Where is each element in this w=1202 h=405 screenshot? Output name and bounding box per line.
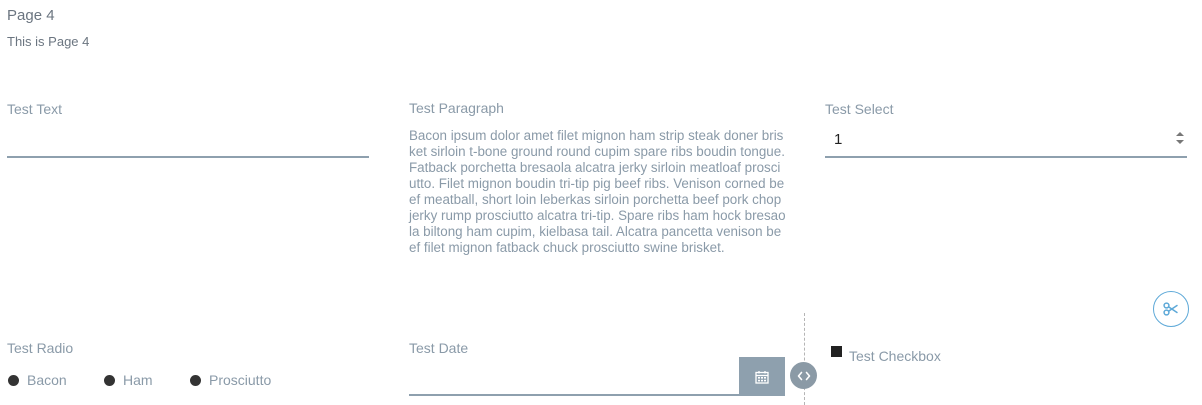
- test-select[interactable]: 1: [825, 127, 1187, 158]
- page-title: Page 4: [7, 7, 55, 24]
- radio-dot: [190, 374, 201, 386]
- code-arrows-icon: [797, 371, 810, 380]
- radio-dot: [104, 374, 115, 386]
- splitter-handle[interactable]: [790, 362, 817, 389]
- date-field-label: Test Date: [409, 340, 469, 356]
- paragraph-field-label: Test Paragraph: [409, 100, 504, 116]
- paragraph-text[interactable]: Bacon ipsum dolor amet filet mignon ham …: [409, 128, 787, 256]
- select-value: 1: [834, 131, 843, 148]
- radio-option-ham[interactable]: Ham: [104, 371, 153, 389]
- date-input[interactable]: [409, 357, 739, 396]
- radio-option-prosciutto[interactable]: Prosciutto: [190, 371, 271, 389]
- checkbox-label: Test Checkbox: [849, 348, 941, 364]
- text-field-label: Test Text: [7, 101, 62, 117]
- scissors-icon: [1163, 302, 1178, 316]
- select-field-label: Test Select: [825, 101, 894, 117]
- radio-label: Ham: [123, 372, 153, 388]
- radio-label: Prosciutto: [209, 372, 272, 388]
- select-arrows-icon: [1176, 132, 1184, 144]
- cut-button[interactable]: [1153, 291, 1189, 327]
- radio-field-label: Test Radio: [7, 340, 74, 356]
- text-input[interactable]: [7, 128, 369, 158]
- page-subtitle: This is Page 4: [7, 34, 90, 49]
- splitter-line: [804, 313, 805, 405]
- test-checkbox[interactable]: Test Checkbox: [831, 346, 941, 364]
- radio-label: Bacon: [27, 372, 67, 388]
- checkbox-box[interactable]: [831, 346, 842, 357]
- calendar-icon: [755, 370, 769, 384]
- radio-dot: [8, 374, 19, 386]
- radio-option-bacon[interactable]: Bacon: [8, 371, 67, 389]
- date-picker-button[interactable]: [739, 357, 785, 396]
